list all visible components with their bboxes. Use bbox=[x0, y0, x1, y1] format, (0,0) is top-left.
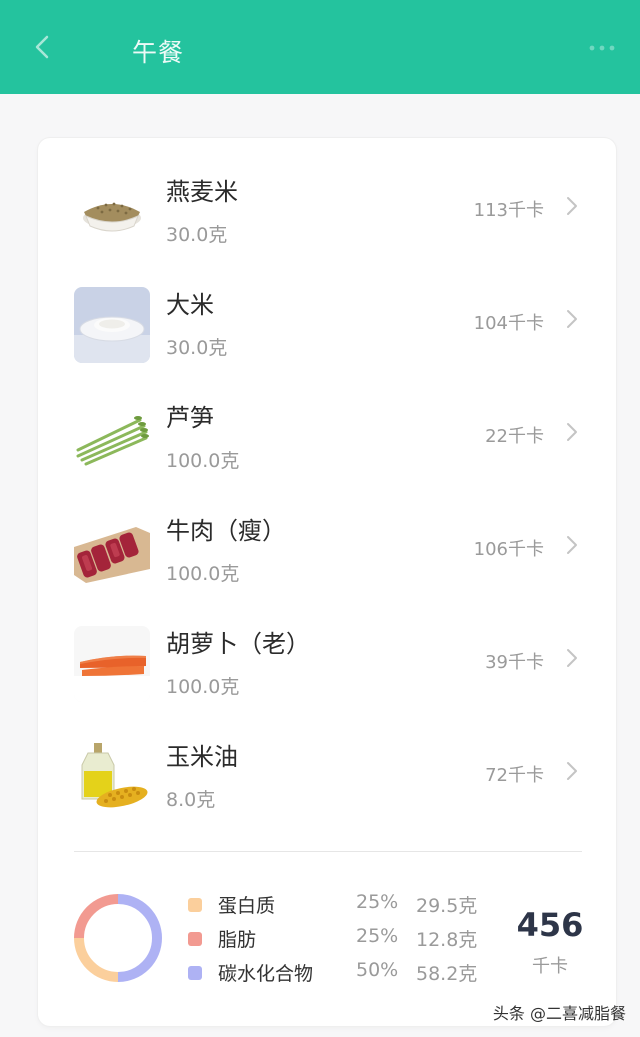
carrot-image bbox=[74, 626, 150, 702]
food-name: 大米 bbox=[166, 291, 214, 319]
top-bar: 午餐 bbox=[0, 0, 640, 94]
food-name: 燕麦米 bbox=[166, 178, 238, 206]
food-item[interactable]: 大米 30.0克 104千卡 bbox=[38, 275, 616, 388]
corn-oil-image bbox=[74, 739, 150, 815]
food-item[interactable]: 胡萝卜（老） 100.0克 39千卡 bbox=[38, 614, 616, 727]
food-calories: 39千卡 bbox=[485, 652, 544, 673]
legend-percent: 25% bbox=[356, 925, 399, 947]
legend-row-carbs: 碳水化合物 50% 58.2克 bbox=[188, 959, 488, 989]
chevron-right-icon bbox=[567, 423, 577, 441]
page-title: 午餐 bbox=[132, 38, 185, 67]
food-calories: 72千卡 bbox=[485, 765, 544, 786]
legend-row-protein: 蛋白质 25% 29.5克 bbox=[188, 891, 488, 921]
total-calories-unit: 千卡 bbox=[532, 956, 568, 977]
nutrition-donut-chart bbox=[74, 894, 162, 982]
legend-swatch bbox=[188, 898, 202, 912]
legend-row-fat: 脂肪 25% 12.8克 bbox=[188, 925, 488, 955]
legend-name: 碳水化合物 bbox=[218, 963, 314, 985]
food-item[interactable]: 燕麦米 30.0克 113千卡 bbox=[38, 162, 616, 275]
donut-segment-2 bbox=[117, 894, 162, 982]
food-calories: 113千卡 bbox=[473, 200, 544, 221]
chevron-right-icon bbox=[567, 649, 577, 667]
food-item[interactable]: 芦笋 100.0克 22千卡 bbox=[38, 388, 616, 501]
legend-name: 脂肪 bbox=[218, 929, 257, 951]
food-amount: 8.0克 bbox=[166, 789, 216, 811]
legend-grams: 29.5克 bbox=[416, 895, 478, 917]
food-amount: 100.0克 bbox=[166, 450, 240, 472]
food-name: 牛肉（瘦） bbox=[166, 517, 286, 545]
chevron-right-icon bbox=[567, 762, 577, 780]
donut-segment-0 bbox=[74, 937, 119, 982]
legend-name: 蛋白质 bbox=[218, 895, 276, 917]
oat-rice-bowl-image bbox=[74, 174, 150, 250]
food-name: 胡萝卜（老） bbox=[166, 630, 310, 658]
food-amount: 100.0克 bbox=[166, 676, 240, 698]
total-calories-value: 456 bbox=[516, 906, 584, 944]
asparagus-image bbox=[74, 400, 150, 476]
more-icon[interactable] bbox=[588, 38, 616, 58]
food-item[interactable]: 牛肉（瘦） 100.0克 106千卡 bbox=[38, 501, 616, 614]
food-amount: 30.0克 bbox=[166, 224, 228, 246]
legend-grams: 58.2克 bbox=[416, 963, 478, 985]
meal-card: 燕麦米 30.0克 113千卡 大米 30.0克 104千卡 芦笋 100.0克… bbox=[38, 138, 616, 1026]
donut-segment-1 bbox=[74, 894, 119, 939]
legend-swatch bbox=[188, 932, 202, 946]
divider bbox=[74, 851, 582, 852]
food-amount: 30.0克 bbox=[166, 337, 228, 359]
legend-grams: 12.8克 bbox=[416, 929, 478, 951]
legend-swatch bbox=[188, 966, 202, 980]
food-name: 芦笋 bbox=[166, 404, 214, 432]
rice-plate-image bbox=[74, 287, 150, 363]
chevron-right-icon bbox=[567, 310, 577, 328]
watermark: 头条 @二喜减脂餐 bbox=[492, 1004, 626, 1023]
lean-beef-image bbox=[74, 513, 150, 589]
food-calories: 22千卡 bbox=[485, 426, 544, 447]
food-calories: 106千卡 bbox=[473, 539, 544, 560]
food-item[interactable]: 玉米油 8.0克 72千卡 bbox=[38, 727, 616, 840]
food-calories: 104千卡 bbox=[473, 313, 544, 334]
food-amount: 100.0克 bbox=[166, 563, 240, 585]
back-arrow-icon[interactable] bbox=[30, 34, 56, 60]
legend-percent: 50% bbox=[356, 959, 399, 981]
chevron-right-icon bbox=[567, 536, 577, 554]
legend-percent: 25% bbox=[356, 891, 399, 913]
chevron-right-icon bbox=[567, 197, 577, 215]
food-name: 玉米油 bbox=[166, 743, 238, 771]
